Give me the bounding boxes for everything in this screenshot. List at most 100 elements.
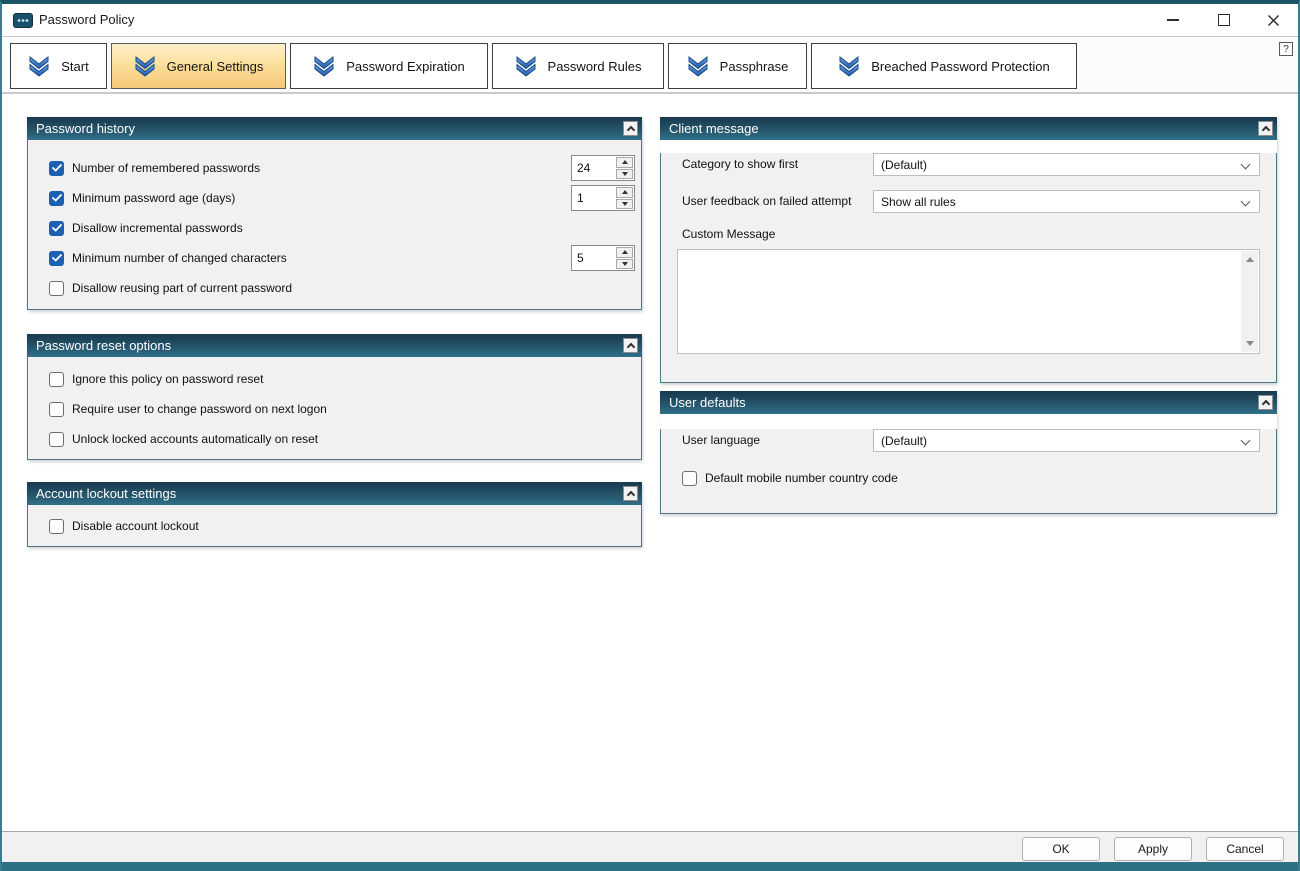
double-chevron-down-icon — [134, 55, 156, 77]
checkbox-label: Minimum password age (days) — [72, 191, 235, 205]
group-password-reset-options: Password reset options Ignore this polic… — [27, 334, 642, 460]
setting-row: Require user to change password on next … — [28, 394, 641, 424]
user-feedback-dropdown[interactable]: Show all rules — [873, 190, 1260, 213]
checkbox-disallow-incremental[interactable] — [49, 221, 64, 236]
minimize-button[interactable] — [1156, 5, 1190, 35]
checkbox-default-mobile-country-code[interactable] — [682, 471, 697, 486]
scroll-up-icon — [1246, 257, 1254, 262]
apply-button[interactable]: Apply — [1114, 837, 1192, 861]
textarea-value — [678, 248, 686, 270]
tab-label: Password Rules — [548, 59, 642, 74]
checkbox-disable-account-lockout[interactable] — [49, 519, 64, 534]
group-body: Category to show first (Default) User fe… — [660, 153, 1277, 383]
vertical-scrollbar[interactable] — [1241, 251, 1258, 352]
tab-label: Password Expiration — [346, 59, 465, 74]
help-button[interactable]: ? — [1279, 42, 1293, 56]
chevron-up-icon — [626, 491, 634, 499]
group-body: Ignore this policy on password reset Req… — [27, 357, 642, 460]
checkbox-minimum-password-age[interactable] — [49, 191, 64, 206]
window-title: Password Policy — [39, 12, 134, 27]
spinner-down-icon — [622, 262, 628, 266]
spinner-value[interactable]: 5 — [572, 246, 615, 270]
collapse-button[interactable] — [623, 338, 638, 353]
spinner-down-button[interactable] — [616, 199, 633, 210]
number-spinner: 5 — [571, 245, 635, 271]
setting-row: Disallow incremental passwords — [28, 213, 641, 243]
minimize-icon — [1167, 19, 1179, 21]
setting-row: Minimum password age (days) 1 — [28, 183, 641, 213]
checkbox-label: Require user to change password on next … — [72, 402, 327, 416]
field-row — [661, 249, 1276, 354]
setting-row: Number of remembered passwords 24 — [28, 153, 641, 183]
close-button[interactable] — [1256, 5, 1290, 35]
ok-button[interactable]: OK — [1022, 837, 1100, 861]
tab-label: Start — [61, 59, 88, 74]
cancel-button[interactable]: Cancel — [1206, 837, 1284, 861]
checkbox-disallow-reusing-part[interactable] — [49, 281, 64, 296]
group-body: Disable account lockout — [27, 505, 642, 547]
setting-row: Disable account lockout — [28, 511, 641, 541]
tab-general-settings[interactable]: General Settings — [111, 43, 286, 89]
spinner-up-icon — [622, 250, 628, 254]
maximize-icon — [1218, 14, 1230, 26]
spinner-down-button[interactable] — [616, 259, 633, 270]
spinner-up-button[interactable] — [616, 157, 633, 168]
checkbox-require-change-next-logon[interactable] — [49, 402, 64, 417]
spinner-up-icon — [622, 190, 628, 194]
scroll-down-icon — [1246, 341, 1254, 346]
spinner-value[interactable]: 24 — [572, 156, 615, 180]
group-header: Account lockout settings — [27, 482, 642, 505]
double-chevron-down-icon — [515, 55, 537, 77]
setting-row: Default mobile number country code — [661, 463, 1276, 493]
group-title: Account lockout settings — [36, 486, 176, 501]
custom-message-textarea[interactable] — [677, 249, 1260, 354]
number-spinner: 1 — [571, 185, 635, 211]
spinner-down-button[interactable] — [616, 169, 633, 180]
spinner-value[interactable]: 1 — [572, 186, 615, 210]
checkbox-label: Disable account lockout — [72, 519, 199, 533]
spinner-down-icon — [622, 172, 628, 176]
chevron-up-icon — [1261, 126, 1269, 134]
password-field-icon — [13, 13, 33, 33]
user-language-dropdown[interactable]: (Default) — [873, 429, 1260, 452]
collapse-button[interactable] — [623, 121, 638, 136]
chevron-up-icon — [1261, 400, 1269, 408]
check-icon — [52, 254, 62, 262]
group-user-defaults: User defaults User language (Default) De… — [660, 391, 1277, 514]
group-header: User defaults — [660, 391, 1277, 414]
collapse-button[interactable] — [623, 486, 638, 501]
tab-start[interactable]: Start — [10, 43, 107, 89]
chevron-up-icon — [626, 126, 634, 134]
scroll-down-button[interactable] — [1241, 335, 1258, 352]
tab-label: General Settings — [167, 59, 264, 74]
double-chevron-down-icon — [313, 55, 335, 77]
tab-password-rules[interactable]: Password Rules — [492, 43, 664, 89]
maximize-button[interactable] — [1207, 5, 1241, 35]
spinner-up-button[interactable] — [616, 247, 633, 258]
collapse-button[interactable] — [1258, 121, 1273, 136]
double-chevron-down-icon — [28, 55, 50, 77]
field-label: User feedback on failed attempt — [682, 194, 851, 208]
tab-password-expiration[interactable]: Password Expiration — [290, 43, 488, 89]
checkbox-label: Minimum number of changed characters — [72, 251, 287, 265]
checkbox-remembered-passwords[interactable] — [49, 161, 64, 176]
checkbox-minimum-changed-characters[interactable] — [49, 251, 64, 266]
check-icon — [52, 224, 62, 232]
tab-passphrase[interactable]: Passphrase — [668, 43, 807, 89]
close-icon — [1267, 14, 1280, 27]
tab-breached-password-protection[interactable]: Breached Password Protection — [811, 43, 1077, 89]
spinner-buttons — [615, 156, 634, 180]
collapse-button[interactable] — [1258, 395, 1273, 410]
dropdown-value: (Default) — [881, 434, 927, 448]
group-body: Number of remembered passwords 24 Minimu… — [27, 140, 642, 310]
scroll-up-button[interactable] — [1241, 251, 1258, 268]
chevron-down-icon — [1241, 160, 1251, 170]
group-header: Password history — [27, 117, 642, 140]
group-header: Client message — [660, 117, 1277, 140]
checkbox-ignore-policy-on-reset[interactable] — [49, 372, 64, 387]
field-label: User language — [682, 433, 760, 447]
group-account-lockout-settings: Account lockout settings Disable account… — [27, 482, 642, 547]
spinner-up-button[interactable] — [616, 187, 633, 198]
category-to-show-first-dropdown[interactable]: (Default) — [873, 153, 1260, 176]
checkbox-unlock-locked-accounts[interactable] — [49, 432, 64, 447]
